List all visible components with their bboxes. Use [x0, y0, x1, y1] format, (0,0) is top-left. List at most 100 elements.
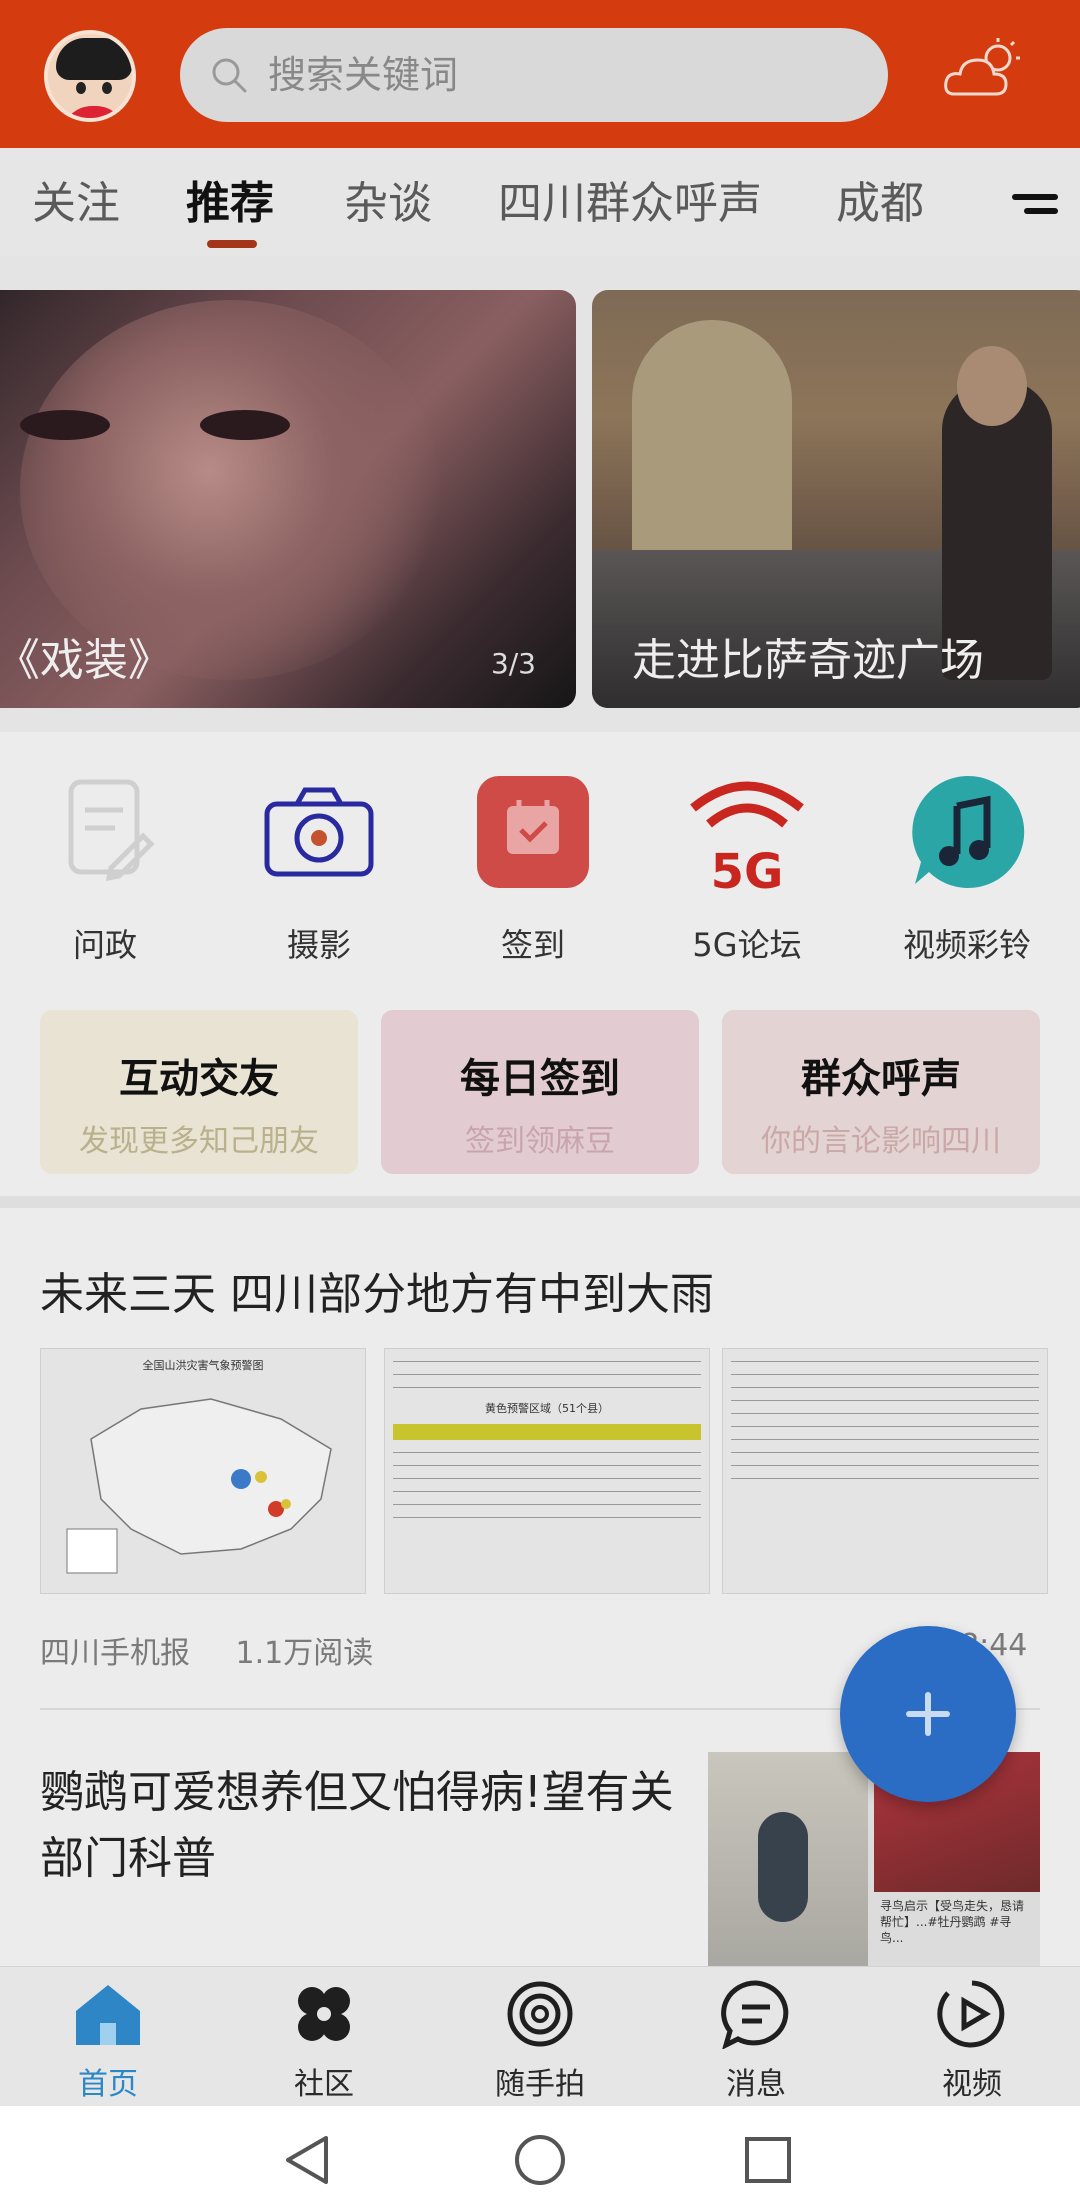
news-thumbnail[interactable]: 黄色预警区域（51个县） — [384, 1348, 710, 1594]
news-thumbnail[interactable]: 全国山洪灾害气象预警图 — [40, 1348, 366, 1594]
banner-caption: -《戏装》 — [0, 635, 172, 686]
news-title[interactable]: 鹦鹉可爱想养但又怕得病!望有关部门科普 — [40, 1760, 680, 1892]
table-line — [393, 1361, 701, 1362]
quick-action-wenzheng[interactable]: 问政 — [30, 772, 180, 966]
banner-image-detail — [200, 410, 290, 440]
search-bar[interactable]: 搜索关键词 — [180, 28, 888, 122]
feature-card-daily-checkin[interactable]: 每日签到 签到领麻豆 — [381, 1010, 699, 1174]
feature-card-public-voice[interactable]: 群众呼声 你的言论影响四川 — [722, 1010, 1040, 1174]
table-line — [731, 1387, 1039, 1388]
feature-subtitle: 你的言论影响四川 — [761, 1124, 1001, 1159]
warning-map-image — [66, 1398, 332, 1574]
news-thumbnail[interactable]: 寻鸟启示【受鸟走失，恳请帮忙】...#牡丹鹦鹉 #寻鸟... — [708, 1752, 1040, 1968]
thumbnail-caption: 全国山洪灾害气象预警图 — [142, 1359, 264, 1372]
bottom-navigation: 首页 社区 随手拍 消息 视频 — [0, 1966, 1080, 2106]
banner-carousel: -《戏装》 3/3 走进比萨奇迹广场 — [0, 256, 1080, 732]
news-title[interactable]: 未来三天 四川部分地方有中到大雨 — [40, 1258, 714, 1322]
table-line — [731, 1426, 1039, 1427]
document-edit-icon — [68, 779, 155, 882]
tab-sichuan-voice[interactable]: 四川群众呼声 — [498, 178, 762, 230]
feature-cards: 互动交友 发现更多知己朋友 每日签到 签到领麻豆 群众呼声 你的言论影响四川 — [0, 992, 1080, 1196]
quick-action-photography[interactable]: 摄影 — [244, 772, 394, 966]
table-line — [393, 1374, 701, 1375]
news-thumbnail[interactable] — [722, 1348, 1048, 1594]
music-note-icon — [912, 775, 1025, 888]
nav-video[interactable]: 视频 — [902, 1979, 1042, 2103]
nav-snapshot[interactable]: 随手拍 — [470, 1979, 610, 2103]
system-navigation-bar — [0, 2106, 1080, 2212]
feature-subtitle: 签到领麻豆 — [465, 1124, 615, 1159]
table-line — [393, 1452, 701, 1453]
active-tab-indicator — [207, 240, 257, 248]
snapshot-icon — [507, 1981, 573, 2047]
quick-action-checkin[interactable]: 签到 — [458, 772, 608, 966]
banner-image-detail — [957, 346, 1027, 426]
plus-icon — [925, 1692, 931, 1736]
table-line — [731, 1452, 1039, 1453]
parrot-photo — [708, 1752, 868, 1968]
quick-action-video-ringtone[interactable]: 视频彩铃 — [892, 772, 1042, 966]
avatar-hair — [56, 38, 132, 80]
tab-chat[interactable]: 杂谈 — [344, 178, 432, 230]
table-line — [393, 1504, 701, 1505]
news-source: 四川手机报 — [40, 1636, 190, 1671]
table-line — [393, 1491, 701, 1492]
table-line — [731, 1400, 1039, 1401]
news-meta: 四川手机报 1.1万阅读 — [40, 1628, 409, 1672]
nav-label: 消息 — [726, 2067, 786, 2102]
table-line — [393, 1465, 701, 1466]
svg-text:5G: 5G — [711, 844, 784, 892]
table-header-row — [393, 1424, 701, 1440]
news-feed: 未来三天 四川部分地方有中到大雨 全国山洪灾害气象预警图 黄色预警区域（51个县… — [0, 1208, 1080, 1968]
banner-pager: 3/3 — [490, 647, 536, 680]
nav-label: 社区 — [294, 2067, 354, 2102]
quick-action-label: 5G论坛 — [692, 926, 802, 964]
banner-image-detail — [20, 410, 110, 440]
message-icon — [721, 1980, 789, 2050]
table-line — [731, 1465, 1039, 1466]
calendar-check-icon — [477, 776, 589, 888]
home-icon — [76, 1985, 140, 2045]
table-line — [731, 1361, 1039, 1362]
home-button-icon[interactable] — [512, 2132, 568, 2188]
news-read-count: 1.1万阅读 — [235, 1636, 374, 1671]
user-avatar[interactable] — [44, 30, 136, 122]
table-line — [731, 1413, 1039, 1414]
video-icon — [937, 1980, 1005, 2048]
banner-card[interactable]: 走进比萨奇迹广场 — [592, 290, 1080, 708]
weather-icon[interactable] — [940, 36, 1024, 106]
menu-line — [1024, 208, 1058, 214]
quick-actions: 问政 摄影 签到 5G 5G论坛 视频彩铃 — [0, 732, 1080, 992]
nav-messages[interactable]: 消息 — [686, 1979, 826, 2103]
search-placeholder: 搜索关键词 — [268, 53, 459, 97]
channel-menu-icon[interactable] — [1012, 194, 1060, 224]
nav-label: 视频 — [942, 2067, 1002, 2102]
quick-action-5g-forum[interactable]: 5G 5G论坛 — [672, 772, 822, 966]
nav-label: 首页 — [78, 2067, 138, 2102]
feature-title: 群众呼声 — [801, 1056, 961, 1102]
search-icon — [212, 58, 247, 93]
recents-icon[interactable] — [740, 2132, 796, 2188]
camera-icon — [264, 787, 374, 877]
quick-action-label: 问政 — [72, 926, 137, 964]
back-icon[interactable] — [280, 2132, 336, 2188]
quick-action-label: 视频彩铃 — [902, 926, 1031, 964]
feature-card-social[interactable]: 互动交友 发现更多知己朋友 — [40, 1010, 358, 1174]
bird-shape — [758, 1812, 808, 1922]
feature-title: 互动交友 — [119, 1056, 279, 1102]
table-line — [393, 1478, 701, 1479]
banner-caption: 走进比萨奇迹广场 — [632, 635, 984, 686]
nav-community[interactable]: 社区 — [254, 1979, 394, 2103]
top-bar: 搜索关键词 — [0, 0, 1080, 148]
quick-action-label: 签到 — [500, 926, 565, 964]
add-post-button[interactable] — [840, 1626, 1016, 1802]
tab-follow[interactable]: 关注 — [32, 178, 120, 230]
quick-action-label: 摄影 — [286, 926, 351, 964]
table-line — [731, 1374, 1039, 1375]
community-icon — [298, 1987, 350, 2041]
nav-home[interactable]: 首页 — [38, 1979, 178, 2103]
tab-chengdu[interactable]: 成都 — [836, 178, 924, 230]
banner-card[interactable]: -《戏装》 3/3 — [0, 290, 576, 708]
feature-subtitle: 发现更多知己朋友 — [79, 1124, 319, 1159]
tab-recommend[interactable]: 推荐 — [186, 178, 274, 230]
